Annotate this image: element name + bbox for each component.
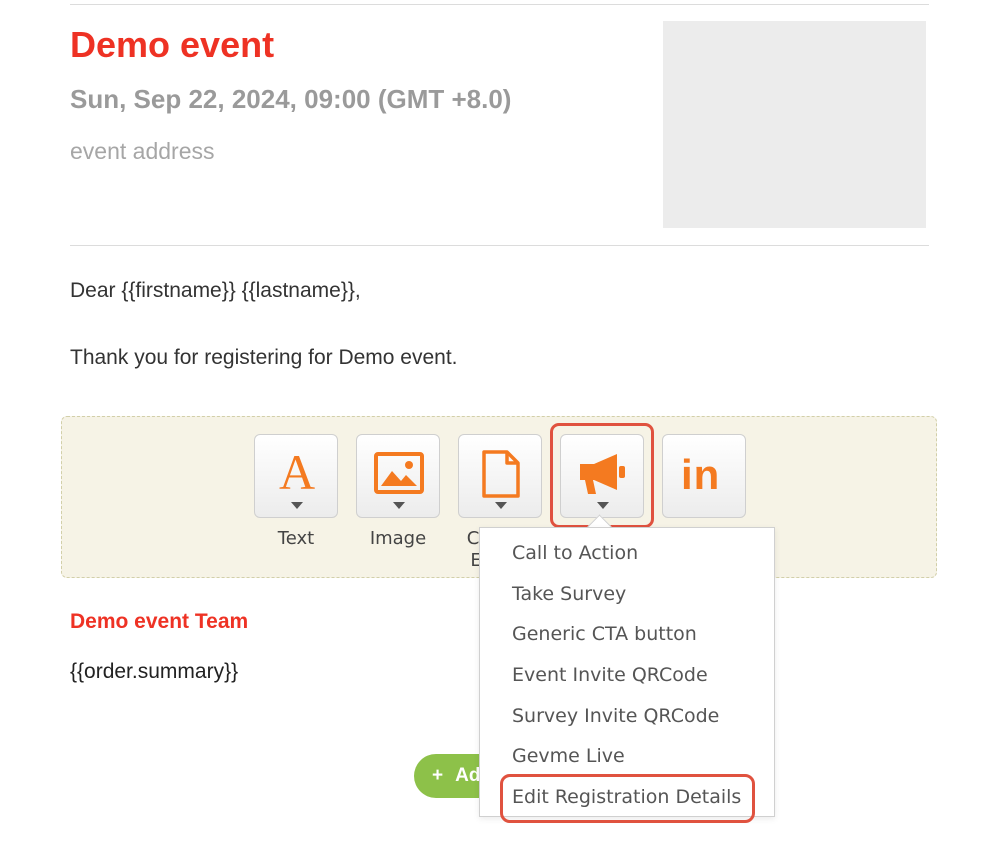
event-title: Demo event <box>70 24 275 65</box>
menu-item-generic-cta-button[interactable]: Generic CTA button <box>512 619 697 649</box>
document-icon <box>482 450 520 498</box>
text-icon: A <box>279 445 315 495</box>
chevron-down-icon <box>495 502 507 509</box>
event-address: event address <box>70 138 215 164</box>
menu-item-gevme-live[interactable]: Gevme Live <box>512 741 625 771</box>
image-icon <box>374 452 424 494</box>
linkedin-icon: in <box>681 451 721 498</box>
menu-item-call-to-action[interactable]: Call to Action <box>512 538 638 568</box>
cta-button-highlight <box>550 423 654 528</box>
team-signature: Demo event Team <box>70 610 249 633</box>
svg-text:A: A <box>279 445 315 495</box>
image-block-button[interactable] <box>356 434 440 518</box>
text-block-label: Text <box>277 528 315 549</box>
edit-registration-highlight <box>500 774 755 823</box>
content-block-button[interactable] <box>458 434 542 518</box>
menu-item-take-survey[interactable]: Take Survey <box>512 579 626 609</box>
header-divider <box>70 245 929 246</box>
text-block-button[interactable]: A <box>254 434 338 518</box>
thanks-text: Thank you for registering for Demo event… <box>70 346 458 369</box>
plus-icon: + <box>432 765 444 786</box>
chevron-down-icon <box>393 502 405 509</box>
add-block-label: Ad <box>455 765 481 786</box>
menu-item-event-invite-qrcode[interactable]: Event Invite QRCode <box>512 660 708 690</box>
linkedin-block-button[interactable]: in <box>662 434 746 518</box>
image-block-label: Image <box>369 528 427 549</box>
chevron-down-icon <box>291 502 303 509</box>
order-summary-placeholder: {{order.summary}} <box>70 660 239 683</box>
menu-item-survey-invite-qrcode[interactable]: Survey Invite QRCode <box>512 701 719 731</box>
event-image-placeholder[interactable] <box>663 21 926 228</box>
top-divider <box>70 4 929 5</box>
event-datetime: Sun, Sep 22, 2024, 09:00 (GMT +8.0) <box>70 84 512 114</box>
greeting-text: Dear {{firstname}} {{lastname}}, <box>70 279 361 302</box>
